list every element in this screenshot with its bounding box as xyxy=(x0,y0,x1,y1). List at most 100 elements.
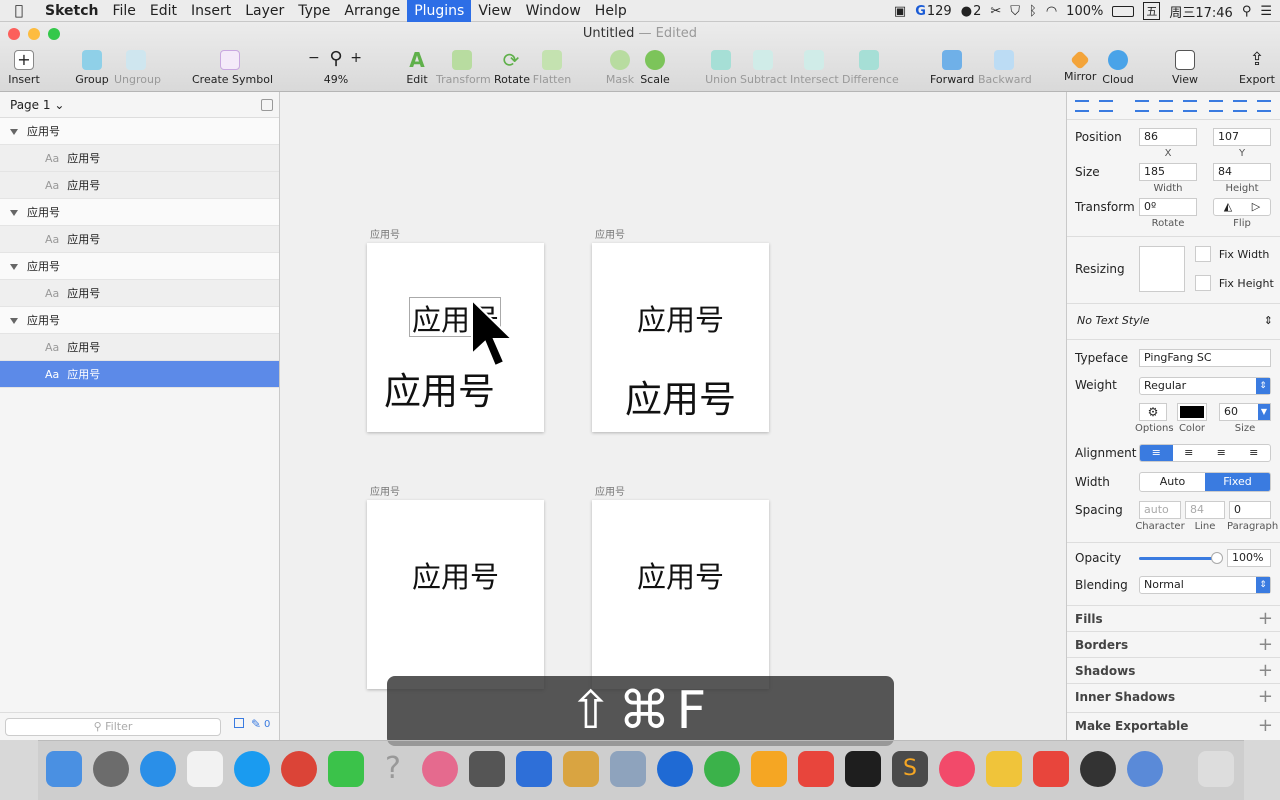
flip-horizontal-icon[interactable]: ◭ xyxy=(1214,199,1242,215)
layer-text-row[interactable]: Aa 应用号 xyxy=(0,145,279,172)
distribute-vertical-icon[interactable] xyxy=(1099,100,1113,112)
sublime-text-icon[interactable]: S xyxy=(892,751,928,787)
disclosure-triangle-icon[interactable] xyxy=(10,210,18,216)
fix-width-toggle[interactable]: Fix Width xyxy=(1195,246,1279,264)
artboard[interactable]: 应用号 xyxy=(367,500,544,689)
artboard-label[interactable]: 应用号 xyxy=(595,483,625,498)
intersect-button[interactable]: Intersect xyxy=(790,50,839,90)
network-icon[interactable] xyxy=(657,751,693,787)
menu-window[interactable]: Window xyxy=(519,0,588,22)
ungroup-button[interactable]: Ungroup xyxy=(114,50,161,90)
vue-icon[interactable] xyxy=(798,751,834,787)
artboard-text[interactable]: 应用号 xyxy=(592,554,769,596)
text-color-well[interactable] xyxy=(1177,403,1207,421)
brush-icon[interactable]: ✎ xyxy=(251,717,261,731)
width-fixed-button[interactable]: Fixed xyxy=(1205,473,1270,491)
align-text-left-icon[interactable]: ≡ xyxy=(1140,445,1173,461)
mirror-button[interactable]: Mirror xyxy=(1064,50,1096,90)
menu-plugins[interactable]: Plugins xyxy=(407,0,472,22)
layer-group-row[interactable]: 应用号 xyxy=(0,199,279,226)
layer-text-row[interactable]: Aa 应用号 xyxy=(0,226,279,253)
add-shadow-icon[interactable]: + xyxy=(1258,658,1273,684)
layer-group-row[interactable]: 应用号 xyxy=(0,253,279,280)
transform-button[interactable]: Transform xyxy=(436,50,491,90)
battery-icon[interactable] xyxy=(1112,5,1135,17)
artboard[interactable]: 应用号 应用号 xyxy=(592,243,769,432)
add-export-icon[interactable]: + xyxy=(1258,713,1273,739)
disclosure-triangle-icon[interactable] xyxy=(10,318,18,324)
photos-icon[interactable] xyxy=(422,751,458,787)
menu-app-name[interactable]: Sketch xyxy=(38,0,105,22)
distribute-horizontal-icon[interactable] xyxy=(1075,100,1089,112)
spotlight-icon[interactable]: ⚲ xyxy=(1242,4,1252,19)
layer-text-row-selected[interactable]: Aa 应用号 xyxy=(0,361,279,388)
artboard[interactable]: 应用号 xyxy=(592,500,769,689)
safari-icon[interactable] xyxy=(140,751,176,787)
add-border-icon[interactable]: + xyxy=(1258,632,1273,658)
collapse-icon[interactable] xyxy=(261,99,273,111)
add-inner-shadow-icon[interactable]: + xyxy=(1258,684,1273,710)
difference-button[interactable]: Difference xyxy=(842,50,899,90)
opacity-field[interactable]: 100% xyxy=(1227,549,1271,567)
menu-layer[interactable]: Layer xyxy=(238,0,291,22)
insert-button[interactable]: + Insert xyxy=(6,50,42,90)
align-center-icon[interactable] xyxy=(1159,100,1173,112)
align-right-icon[interactable] xyxy=(1183,100,1197,112)
notification-center-icon[interactable]: ☰ xyxy=(1260,4,1272,19)
align-text-right-icon[interactable]: ≡ xyxy=(1205,445,1238,461)
text-options-button[interactable]: ⚙ xyxy=(1139,403,1167,421)
export-button[interactable]: ⇪ Export xyxy=(1238,50,1276,90)
width-field[interactable]: 185 xyxy=(1139,163,1197,181)
input-method[interactable]: 五 xyxy=(1143,2,1161,20)
edit-button[interactable]: A Edit xyxy=(402,50,432,90)
layer-group-row[interactable]: 应用号 xyxy=(0,307,279,334)
paragraph-spacing-field[interactable]: 0 xyxy=(1229,501,1271,519)
menu-arrange[interactable]: Arrange xyxy=(337,0,407,22)
character-spacing-field[interactable]: auto xyxy=(1139,501,1181,519)
align-text-center-icon[interactable]: ≡ xyxy=(1173,445,1206,461)
align-middle-icon[interactable] xyxy=(1233,100,1247,112)
shield-icon[interactable]: ⛉ xyxy=(1010,4,1020,19)
artboard-label[interactable]: 应用号 xyxy=(370,483,400,498)
line-height-field[interactable]: 84 xyxy=(1185,501,1225,519)
artboard-text[interactable]: 应用号 xyxy=(592,369,769,423)
artboard-text[interactable]: 应用号 xyxy=(367,554,544,596)
menu-help[interactable]: Help xyxy=(588,0,634,22)
mask-button[interactable]: Mask xyxy=(605,50,635,90)
fix-height-toggle[interactable]: Fix Height xyxy=(1195,275,1279,293)
disclosure-triangle-icon[interactable] xyxy=(10,129,18,135)
position-y-field[interactable]: 107 xyxy=(1213,128,1271,146)
align-top-icon[interactable] xyxy=(1209,100,1223,112)
add-fill-icon[interactable]: + xyxy=(1258,606,1273,632)
layer-text-row[interactable]: Aa 应用号 xyxy=(0,172,279,199)
system-preferences-icon[interactable] xyxy=(469,751,505,787)
canvas[interactable]: 应用号 应用号 应用号 应用号 应用号 应用号 应用号 应用号 应用号 应用号 xyxy=(280,92,1066,740)
artboard[interactable]: 应用号 应用号 xyxy=(367,243,544,432)
menu-type[interactable]: Type xyxy=(291,0,337,22)
create-symbol-button[interactable]: Create Symbol xyxy=(192,50,273,90)
scissors-icon[interactable]: ✂ xyxy=(990,4,1001,19)
opacity-slider[interactable] xyxy=(1139,552,1223,564)
github-icon[interactable] xyxy=(1080,751,1116,787)
app-grid-icon[interactable] xyxy=(187,751,223,787)
network-utility-icon[interactable] xyxy=(1127,751,1163,787)
terminal-icon[interactable] xyxy=(845,751,881,787)
opacity-slider-knob[interactable] xyxy=(1211,552,1223,564)
make-exportable-section[interactable]: Make Exportable + xyxy=(1067,712,1280,738)
fills-section[interactable]: Fills + xyxy=(1067,605,1280,631)
menu-file[interactable]: File xyxy=(105,0,142,22)
preview-icon[interactable] xyxy=(610,751,646,787)
rotate-field[interactable]: 0º xyxy=(1139,198,1197,216)
launchpad-icon[interactable] xyxy=(93,751,129,787)
scale-button[interactable]: Scale xyxy=(639,50,671,90)
apple-icon[interactable]:  xyxy=(0,3,38,19)
symbols-filter-icon[interactable] xyxy=(234,718,244,728)
zoom-out-button[interactable]: − xyxy=(308,50,320,66)
subtract-button[interactable]: Subtract xyxy=(740,50,787,90)
layer-text-row[interactable]: Aa 应用号 xyxy=(0,334,279,361)
sequel-pro-icon[interactable] xyxy=(563,751,599,787)
question-mark-icon[interactable]: ? xyxy=(375,751,411,787)
cloud-button[interactable]: Cloud xyxy=(1100,50,1136,90)
width-auto-button[interactable]: Auto xyxy=(1140,473,1205,491)
app-badge-icon[interactable]: G xyxy=(915,4,926,19)
